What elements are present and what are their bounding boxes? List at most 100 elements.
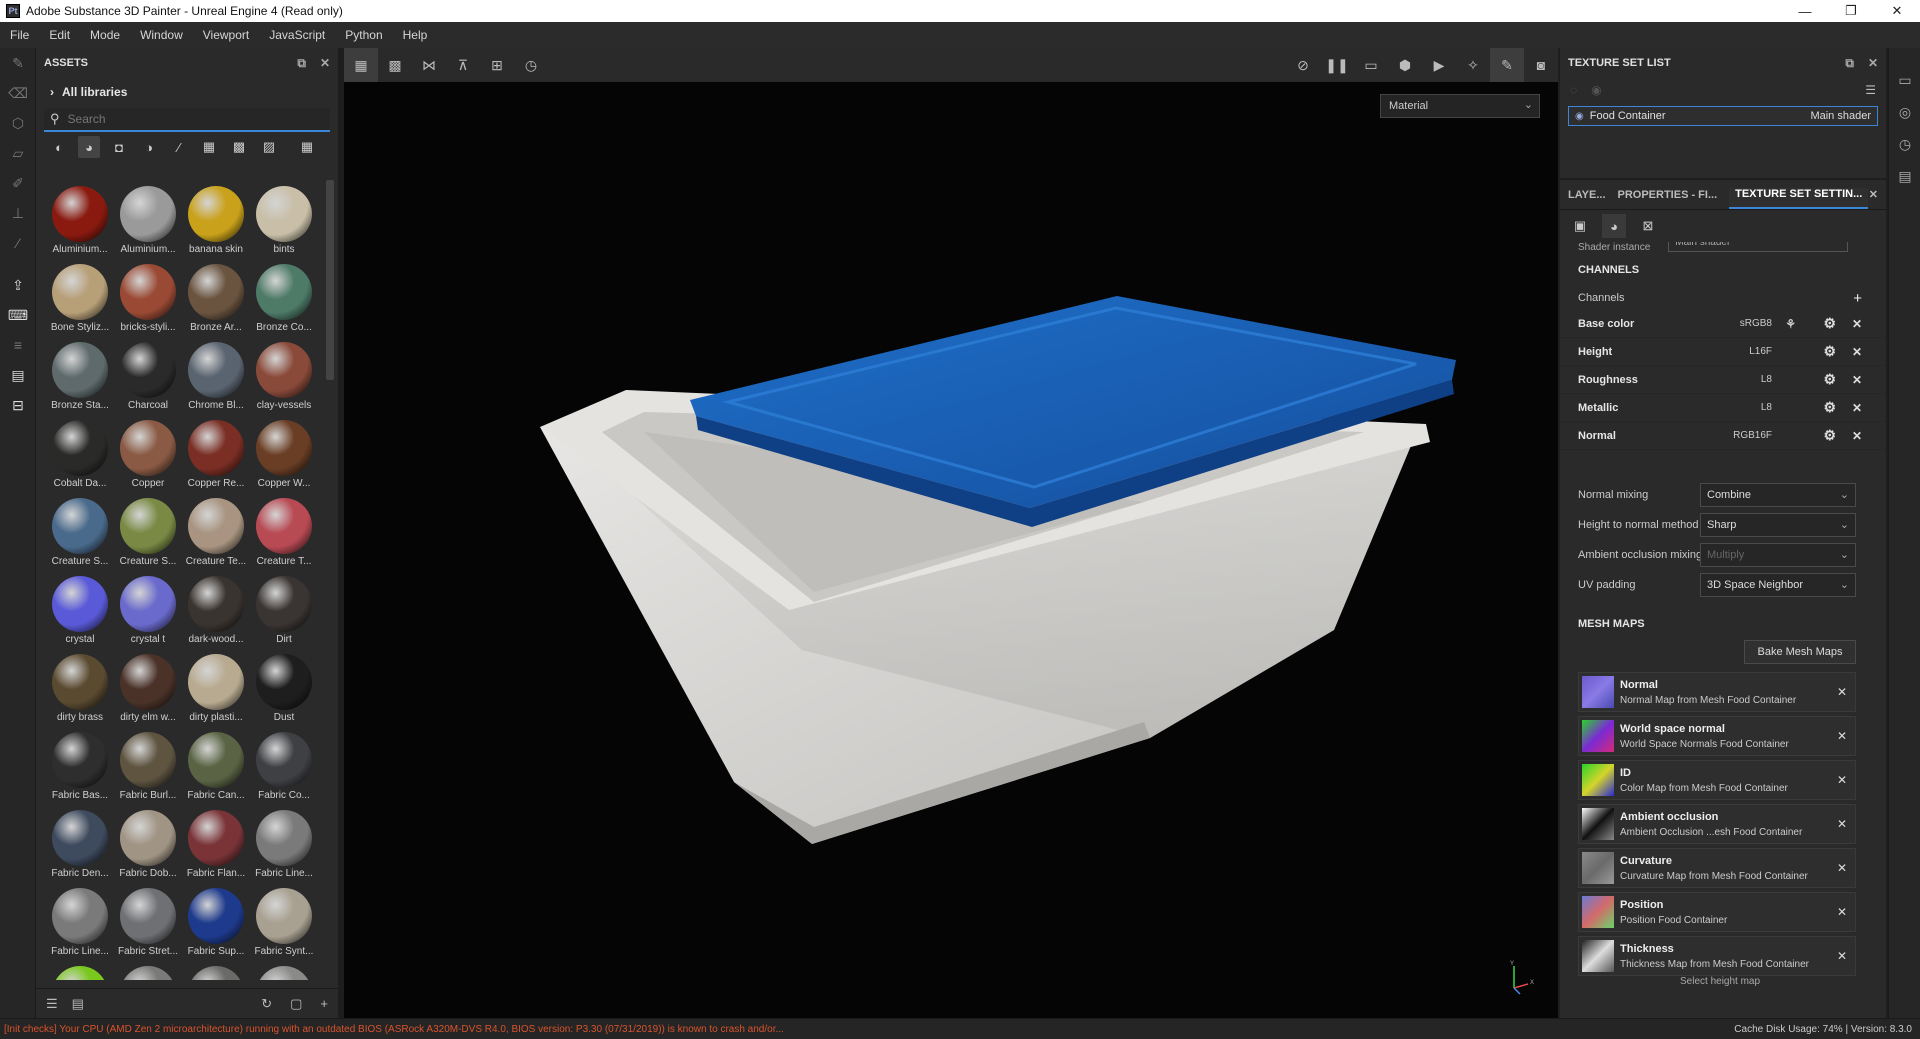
paint-mode-icon[interactable]: ✎ (1490, 48, 1524, 82)
channel-row[interactable]: Base color sRGB8 ⚘ ⚙ ✕ (1560, 310, 1886, 338)
material-thumbnail[interactable]: bints (250, 180, 316, 258)
bake-icon[interactable]: ⌨ (0, 300, 36, 330)
mask-filter-icon[interactable]: ◘ (108, 136, 130, 158)
notes-icon[interactable]: ▤ (1889, 160, 1920, 192)
material-icon[interactable]: ◕ (1602, 214, 1626, 238)
uv-icon[interactable]: ⊠ (1636, 214, 1660, 238)
material-thumbnail[interactable]: Copper (114, 414, 182, 492)
material-thumbnail[interactable]: Fabric Flan... (182, 804, 250, 882)
material-thumbnail[interactable]: Fabric Line... (250, 804, 316, 882)
status-message[interactable]: [Init checks] Your CPU (AMD Zen 2 microa… (0, 1024, 784, 1035)
menu-edit[interactable]: Edit (39, 28, 80, 42)
remove-channel-icon[interactable]: ✕ (1852, 345, 1862, 359)
light-icon[interactable]: ✧ (1456, 48, 1490, 82)
gear-icon[interactable]: ⚙ (1823, 399, 1836, 416)
tree-view-icon[interactable]: ▤ (72, 996, 84, 1012)
remove-mesh-map-icon[interactable]: ✕ (1837, 685, 1847, 699)
export-icon[interactable]: ⇪ (0, 270, 36, 300)
paint-brush-icon[interactable]: ✎ (0, 48, 36, 78)
gear-icon[interactable]: ⚙ (1823, 427, 1836, 444)
menu-python[interactable]: Python (335, 28, 392, 42)
3d-viewport[interactable]: Material ⌄ Y X (344, 82, 1558, 1018)
mesh-map-row[interactable]: Ambient occlusion Ambient Occlusion ...es… (1578, 804, 1856, 844)
folder-icon[interactable]: ▢ (290, 996, 302, 1012)
mirror-y-icon[interactable]: ⊼ (446, 48, 480, 82)
display-settings-icon[interactable]: ▭ (1889, 64, 1920, 96)
color-picker-icon[interactable]: ⁄ (0, 228, 36, 258)
smart-material-filter-icon[interactable]: ◕ (78, 136, 100, 158)
material-thumbnail[interactable]: Fabric Stret... (114, 882, 182, 960)
menu-javascript[interactable]: JavaScript (259, 28, 335, 42)
remove-channel-icon[interactable]: ✕ (1852, 317, 1862, 331)
mesh-map-row[interactable]: ID Color Map from Mesh Food Container ✕ (1578, 760, 1856, 800)
material-filter-icon[interactable]: ◐ (48, 136, 70, 158)
grid-filter-icon[interactable]: ▩ (228, 136, 250, 158)
material-thumbnail[interactable]: Bronze Sta... (46, 336, 114, 414)
2d-view-icon[interactable]: ▭ (1354, 48, 1388, 82)
material-thumbnail[interactable]: Aluminium... (114, 180, 182, 258)
uv-grid-icon[interactable]: ▦ (344, 48, 378, 82)
viewport-mode-select[interactable]: Material ⌄ (1380, 94, 1540, 118)
material-thumbnail[interactable]: Bronze Ar... (182, 258, 250, 336)
history-icon[interactable]: ◷ (514, 48, 548, 82)
channel-format[interactable]: L8 (1761, 402, 1772, 413)
texture-set-shader[interactable]: Main shader (1810, 110, 1871, 122)
shelf-icon[interactable]: ⊟ (0, 390, 36, 420)
color-profile-icon[interactable]: ⚘ (1785, 317, 1796, 331)
close-icon[interactable]: ✕ (320, 56, 330, 70)
material-thumbnail[interactable] (250, 960, 316, 980)
material-thumbnail[interactable]: Fabric Co... (250, 726, 316, 804)
material-thumbnail[interactable]: Fabric Line... (46, 882, 114, 960)
list-view-icon[interactable]: ☰ (46, 996, 58, 1012)
settings-icon[interactable]: ▣ (1568, 214, 1592, 238)
mesh-map-thumbnail[interactable] (1582, 896, 1614, 928)
gear-icon[interactable]: ⚙ (1823, 371, 1836, 388)
pause-icon[interactable]: ❚❚ (1320, 48, 1354, 82)
remove-mesh-map-icon[interactable]: ✕ (1837, 861, 1847, 875)
mesh-map-thumbnail[interactable] (1582, 940, 1614, 972)
tab-properties[interactable]: PROPERTIES - FI... (1618, 189, 1718, 209)
select-height-map-row[interactable]: Select height map (1560, 976, 1886, 990)
menu-help[interactable]: Help (393, 28, 438, 42)
history-icon[interactable]: ◷ (1889, 128, 1920, 160)
mesh-map-row[interactable]: World space normal World Space Normals Fo… (1578, 716, 1856, 756)
view-mode-icon[interactable]: ▦ (296, 136, 318, 158)
polygon-fill-icon[interactable]: ▱ (0, 138, 36, 168)
material-thumbnail[interactable]: dark-wood... (182, 570, 250, 648)
mesh-map-row[interactable]: Normal Normal Map from Mesh Food Containe… (1578, 672, 1856, 712)
mesh-map-thumbnail[interactable] (1582, 852, 1614, 884)
eye-icon[interactable]: ◉ (1575, 111, 1584, 122)
remove-mesh-map-icon[interactable]: ✕ (1837, 949, 1847, 963)
hide-icon[interactable]: ⊘ (1286, 48, 1320, 82)
material-thumbnail[interactable]: crystal (46, 570, 114, 648)
mirror-x-icon[interactable]: ⋈ (412, 48, 446, 82)
channel-row[interactable]: Metallic L8 ⚙ ✕ (1560, 394, 1886, 422)
material-thumbnail[interactable]: Creature S... (46, 492, 114, 570)
mesh-map-row[interactable]: Thickness Thickness Map from Mesh Food Co… (1578, 936, 1856, 976)
projection-icon[interactable]: ⬡ (0, 108, 36, 138)
channel-format[interactable]: sRGB8 (1740, 318, 1772, 329)
undock-icon[interactable]: ⧉ (297, 56, 306, 71)
material-thumbnail[interactable]: Aluminium... (46, 180, 114, 258)
material-thumbnail[interactable]: banana skin (182, 180, 250, 258)
environment-filter-icon[interactable]: ▨ (258, 136, 280, 158)
smudge-icon[interactable]: ✐ (0, 168, 36, 198)
frame-icon[interactable]: ⊞ (480, 48, 514, 82)
normal-mixing-select[interactable]: Combine ⌄ (1700, 483, 1856, 507)
menu-icon[interactable]: ☰ (1865, 83, 1876, 97)
material-thumbnail[interactable]: Copper Re... (182, 414, 250, 492)
maximize-button[interactable]: ❐ (1828, 0, 1874, 22)
material-thumbnail[interactable]: Copper W... (250, 414, 316, 492)
material-thumbnail[interactable]: dirty brass (46, 648, 114, 726)
search-input[interactable] (67, 112, 288, 126)
brush-filter-icon[interactable]: ⁄ (168, 136, 190, 158)
assets-scrollbar[interactable] (326, 180, 334, 380)
eraser-icon[interactable]: ⌫ (0, 78, 36, 108)
material-thumbnail[interactable]: dirty plasti... (182, 648, 250, 726)
generator-filter-icon[interactable]: ◑ (138, 136, 160, 158)
material-thumbnail[interactable]: Fabric Synt... (250, 882, 316, 960)
material-thumbnail[interactable]: Cobalt Da... (46, 414, 114, 492)
gear-icon[interactable]: ⚙ (1823, 343, 1836, 360)
channel-row[interactable]: Roughness L8 ⚙ ✕ (1560, 366, 1886, 394)
mesh-map-thumbnail[interactable] (1582, 676, 1614, 708)
